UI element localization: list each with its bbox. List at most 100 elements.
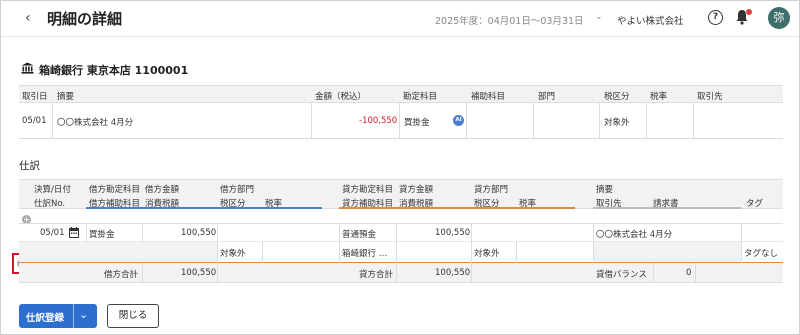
journal-row-sub[interactable]: 対象外 箱崎銀行 … 対象外 タグなし [19, 242, 783, 263]
journal-table-header: 決算/日付 借方勘定科目 借方金額 借方部門 貸方勘定科目 貸方金額 貸方部門 … [19, 179, 783, 209]
col-credit-account: 貸方勘定科目 [342, 185, 394, 195]
row-account[interactable]: 買掛金 [404, 116, 430, 128]
register-journal-button[interactable]: 仕訳登録 ⌄ [19, 304, 97, 328]
button-divider [73, 304, 74, 328]
row-date: 05/01 [22, 116, 47, 126]
empty-cell [19, 242, 86, 262]
divider [741, 224, 742, 243]
col-journal-no: 仕訳No. [34, 199, 66, 209]
bank-icon [21, 62, 34, 74]
table-row[interactable]: 05/01 〇〇株式会社 4月分 -100,550 買掛金 AI 対象外 [19, 103, 783, 139]
divider [593, 242, 594, 263]
divider [593, 224, 594, 243]
divider [396, 224, 397, 243]
credit-tax-category-field[interactable]: 対象外 [474, 247, 500, 259]
divider [217, 263, 218, 283]
credit-accent-line [339, 207, 575, 209]
divider [339, 224, 340, 243]
balance-label: 貸借バランス [596, 270, 647, 280]
divider [311, 103, 312, 139]
divider [471, 242, 472, 263]
divider [217, 242, 218, 263]
divider [653, 263, 654, 283]
col-debit-amount: 借方金額 [145, 185, 180, 195]
col-department: 部門 [538, 92, 556, 102]
journal-date[interactable]: 05/01 [40, 228, 65, 238]
top-header: ‹ 明細の詳細 2025年度：04月01日〜03月31日 ⌄ やよい株式会社 ?… [1, 1, 799, 37]
company-name[interactable]: やよい株式会社 [617, 13, 684, 27]
divider [142, 263, 143, 283]
col-account: 勘定科目 [403, 92, 438, 102]
description-accent-line [593, 207, 741, 209]
journal-description-field[interactable]: 〇〇株式会社 4月分 [596, 228, 672, 240]
debit-amount-field[interactable]: 100,550 [181, 228, 216, 238]
col-debit-department: 借方部門 [220, 185, 255, 195]
journal-totals-row: 借方合計 100,550 貸方合計 100,550 貸借バランス 0 [19, 263, 783, 283]
divider [599, 103, 600, 139]
col-amount: 金額（税込） [315, 92, 367, 102]
divider [466, 103, 467, 139]
fiscal-period-selector[interactable]: 2025年度：04月01日〜03月31日 [435, 13, 584, 27]
credit-sub-account-field[interactable]: 箱崎銀行 … [342, 247, 387, 259]
detail-table-header: 取引日 摘要 金額（税込） 勘定科目 補助科目 部門 税区分 税率 取引先 [19, 85, 783, 103]
chevron-down-icon[interactable]: ⌄ [595, 12, 603, 22]
debit-total-value: 100,550 [181, 268, 217, 278]
divider [52, 103, 53, 139]
col-sub-account: 補助科目 [471, 92, 506, 102]
row-amount: -100,550 [359, 116, 398, 126]
col-date: 取引日 [22, 92, 48, 102]
register-journal-label: 仕訳登録 [26, 313, 65, 324]
divider [217, 224, 218, 243]
divider [262, 242, 263, 263]
row-tax-category[interactable]: 対象外 [604, 116, 630, 128]
notification-dot [746, 9, 752, 15]
col-credit-amount: 貸方金額 [399, 185, 434, 195]
close-button[interactable]: 閉じる [107, 304, 159, 328]
divider [695, 263, 696, 283]
empty-cell [86, 242, 217, 262]
divider [471, 224, 472, 243]
debit-accent-line [86, 207, 322, 209]
credit-total-label: 貸方合計 [359, 270, 394, 280]
page-title: 明細の詳細 [47, 10, 123, 28]
ai-suggestion-icon[interactable]: AI [453, 115, 464, 126]
divider [142, 224, 143, 243]
col-tax-category: 税区分 [604, 92, 630, 102]
col-tag: タグ [746, 199, 764, 209]
col-settlement-date: 決算/日付 [34, 185, 71, 195]
empty-cell [593, 242, 741, 262]
col-debit-account: 借方勘定科目 [89, 185, 141, 195]
col-tax-rate: 税率 [650, 92, 668, 102]
debit-tax-category-field[interactable]: 対象外 [220, 247, 246, 259]
divider [396, 242, 397, 263]
divider [741, 242, 742, 263]
col-credit-department: 貸方部門 [474, 185, 509, 195]
help-icon[interactable]: ? [708, 10, 723, 25]
divider [339, 242, 340, 263]
journal-row-main[interactable]: 05/01 買掛金 100,550 普通預金 100,550 〇〇株式会社 4月… [19, 223, 783, 243]
debit-account-field[interactable]: 買掛金 [89, 228, 115, 240]
credit-account-field[interactable]: 普通預金 [342, 228, 376, 240]
col-journal-description: 摘要 [596, 185, 614, 195]
row-description[interactable]: 〇〇株式会社 4月分 [57, 116, 133, 128]
avatar[interactable]: 弥 [768, 7, 790, 29]
balance-value: 0 [686, 268, 692, 278]
divider [86, 224, 87, 243]
divider [471, 263, 472, 283]
journal-section-title: 仕訳 [19, 160, 40, 172]
divider [693, 103, 694, 139]
calendar-icon[interactable] [69, 227, 79, 238]
chevron-down-icon[interactable]: ⌄ [79, 308, 88, 321]
credit-total-value: 100,550 [435, 268, 471, 278]
back-chevron-icon[interactable]: ‹ [25, 10, 31, 26]
tag-field[interactable]: タグなし [744, 247, 778, 259]
bank-account-name: 箱崎銀行 東京本店 1100001 [39, 64, 189, 77]
credit-amount-field[interactable]: 100,550 [435, 228, 470, 238]
divider [516, 242, 517, 263]
debit-total-label: 借方合計 [104, 270, 139, 280]
divider [396, 263, 397, 283]
divider [646, 103, 647, 139]
divider [399, 103, 400, 139]
col-description: 摘要 [57, 92, 75, 102]
divider [533, 103, 534, 139]
